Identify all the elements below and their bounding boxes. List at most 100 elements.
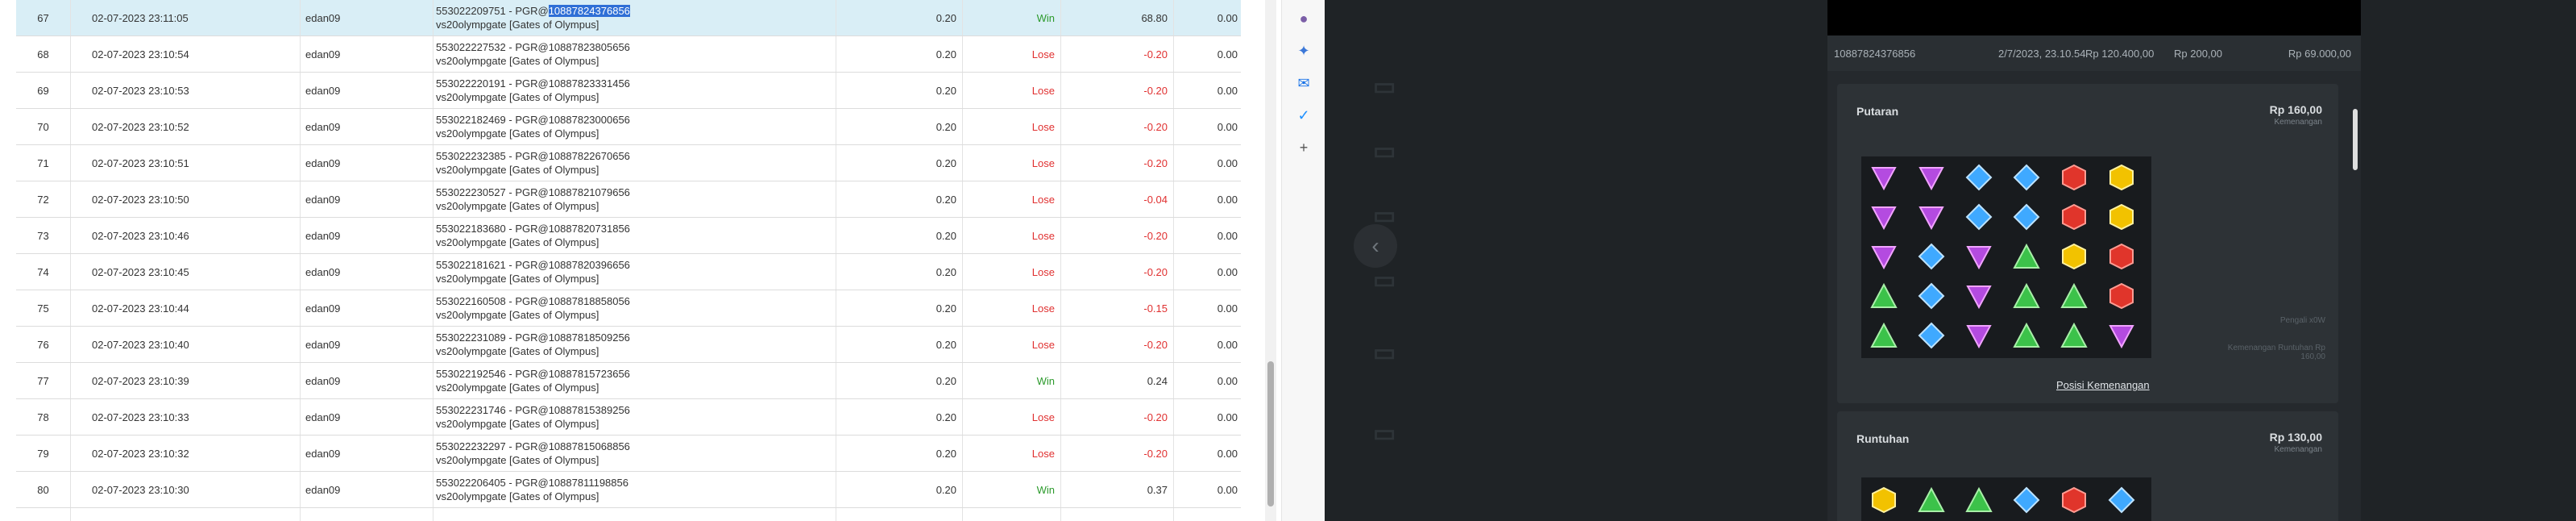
gem-symbol-icon (1914, 482, 1949, 518)
row-description: 553022231089 - PGR@10887818509256 vs20oly… (433, 327, 836, 362)
round-id-text[interactable]: 10887823805656 (549, 41, 630, 53)
table-row[interactable]: 79 02-07-2023 23:10:32 edan09 553022232297 … (16, 436, 1241, 472)
row-balance: 0.00 (1217, 411, 1238, 423)
row-amount: -0.15 (1061, 290, 1174, 326)
round-id-text[interactable]: 10887823331456 (549, 77, 630, 90)
gem-symbol-icon (2104, 318, 2139, 353)
row-description: 553022192546 - PGR@10887815723656 vs20oly… (433, 363, 836, 398)
table-row[interactable]: 71 02-07-2023 23:10:51 edan09 553022232385 … (16, 145, 1241, 181)
gem-symbol-icon (1866, 160, 1902, 195)
gem-symbol-icon (2009, 318, 2044, 353)
row-amount: -0.20 (1061, 145, 1174, 181)
row-result: Lose (963, 36, 1061, 72)
gem-symbol-icon (2056, 199, 2092, 235)
row-number: 76 (16, 327, 71, 362)
table-row[interactable]: 73 02-07-2023 23:10:46 edan09 553022183680 … (16, 218, 1241, 254)
row-date (71, 508, 301, 521)
row-description: 553022230527 - PGR@10887821079656 vs20oly… (433, 181, 836, 217)
description-prefix: 553022160508 - PGR@ (436, 295, 549, 307)
row-username (301, 508, 433, 521)
row-amount: 0.37 (1061, 472, 1174, 507)
row-username: edan09 (301, 36, 433, 72)
gem-symbol-icon (2009, 482, 2044, 518)
round-id-text[interactable]: 10887815389256 (549, 404, 630, 416)
round-id-text[interactable]: 10887818509256 (549, 331, 630, 344)
gem-symbol-icon (2009, 199, 2044, 235)
row-bet: 0.20 (836, 36, 963, 72)
round-id-text[interactable]: 10887821079656 (549, 186, 630, 198)
row-description: 553022209751 - PGR@10887824376856 vs20oly… (433, 0, 836, 35)
row-bet: 0.20 (836, 327, 963, 362)
row-amount: -0.04 (1061, 181, 1174, 217)
table-row[interactable]: 553022180767 - PGR@10887807285056 (16, 508, 1241, 521)
gem-symbol-icon (2009, 239, 2044, 274)
row-number: 73 (16, 218, 71, 253)
round-id-text[interactable]: 10887822670656 (549, 150, 630, 162)
table-row[interactable]: 76 02-07-2023 23:10:40 edan09 553022231089 … (16, 327, 1241, 363)
user-badge-icon[interactable]: ● (1293, 8, 1314, 29)
round-id-text[interactable]: 10887820396656 (549, 259, 630, 271)
back-arrow-button[interactable]: ‹ (1354, 224, 1397, 268)
table-row[interactable]: 68 02-07-2023 23:10:54 edan09 553022227532 … (16, 36, 1241, 73)
row-amount: 68.80 (1061, 0, 1174, 35)
description-prefix: 553022182469 - PGR@ (436, 114, 549, 126)
table-scrollbar[interactable] (1265, 0, 1276, 521)
panel-scrollbar[interactable] (2353, 109, 2358, 170)
table-row[interactable]: 72 02-07-2023 23:10:50 edan09 553022230527 … (16, 181, 1241, 218)
table-row[interactable]: 78 02-07-2023 23:10:33 edan09 553022231746 … (16, 399, 1241, 436)
tumble-win-label: Kemenangan Runtuhan Rp 160,00 (2227, 344, 2325, 361)
outlook-icon[interactable]: ✉ (1293, 73, 1314, 94)
round-id-text[interactable]: 10887820731856 (549, 223, 630, 235)
row-result: Lose (963, 73, 1061, 108)
scrollbar-thumb[interactable] (1267, 361, 1274, 506)
table-row[interactable]: 74 02-07-2023 23:10:45 edan09 553022181621 … (16, 254, 1241, 290)
row-bet: 0.20 (836, 145, 963, 181)
gem-symbol-icon (2009, 160, 2044, 195)
gem-symbol-icon (1961, 199, 1997, 235)
row-balance (1174, 508, 1241, 521)
row-username: edan09 (301, 109, 433, 144)
copilot-icon[interactable]: ✦ (1293, 40, 1314, 61)
plus-icon[interactable]: + (1293, 137, 1314, 158)
row-number: 68 (16, 36, 71, 72)
row-balance: 0.00 (1217, 265, 1238, 278)
row-result: Lose (963, 254, 1061, 290)
win-position-link[interactable]: Posisi Kemenangan (2056, 379, 2150, 391)
round-id-text[interactable]: 10887811198856 (549, 477, 628, 489)
table-row[interactable]: 67 02-07-2023 23:11:05 edan09 553022209751 … (16, 0, 1241, 36)
row-amount: -0.20 (1061, 218, 1174, 253)
row-number: 72 (16, 181, 71, 217)
row-balance: 0.00 (1217, 483, 1238, 496)
table-row[interactable]: 69 02-07-2023 23:10:53 edan09 553022220191 … (16, 73, 1241, 109)
gem-symbol-icon (1866, 482, 1902, 518)
table-row[interactable]: 75 02-07-2023 23:10:44 edan09 553022160508 … (16, 290, 1241, 327)
table-row[interactable]: 70 02-07-2023 23:10:52 edan09 553022182469 … (16, 109, 1241, 145)
gem-symbol-icon (2056, 160, 2092, 195)
row-username: edan09 (301, 399, 433, 435)
gem-symbol-icon (1961, 482, 1997, 518)
row-balance: 0.00 (1217, 374, 1238, 387)
browser-side-strip: ● ✦ ✉ ✓ + (1281, 0, 1325, 521)
round-id-text[interactable]: 10887824376856 (548, 5, 630, 17)
round-id-text[interactable]: 10887818858056 (549, 295, 630, 307)
row-date: 02-07-2023 23:10:50 (71, 181, 301, 217)
row-result: Lose (963, 218, 1061, 253)
row-amount: 0.24 (1061, 363, 1174, 398)
gem-symbol-icon (2056, 482, 2092, 518)
card-title: Putaran (1856, 105, 1899, 118)
round-id-text[interactable]: 10887815723656 (549, 368, 630, 380)
table-row[interactable]: 80 02-07-2023 23:10:30 edan09 553022206405 … (16, 472, 1241, 508)
transaction-table-panel: 67 02-07-2023 23:11:05 edan09 553022209751 … (0, 0, 1281, 521)
table-row[interactable]: 77 02-07-2023 23:10:39 edan09 553022192546 … (16, 363, 1241, 399)
round-id-text[interactable]: 10887823000656 (549, 114, 630, 126)
row-username: edan09 (301, 327, 433, 362)
description-line: 553022230527 - PGR@10887821079656 (436, 185, 630, 199)
row-date: 02-07-2023 23:10:51 (71, 145, 301, 181)
description-prefix: 553022231746 - PGR@ (436, 404, 549, 416)
description-line: 553022209751 - PGR@10887824376856 (436, 4, 630, 18)
row-description: 553022232297 - PGR@10887815068856 vs20oly… (433, 436, 836, 471)
row-amount: -0.20 (1061, 327, 1174, 362)
shopping-icon[interactable]: ✓ (1293, 105, 1314, 126)
row-balance: 0.00 (1217, 447, 1238, 460)
round-id-text[interactable]: 10887815068856 (549, 440, 630, 452)
